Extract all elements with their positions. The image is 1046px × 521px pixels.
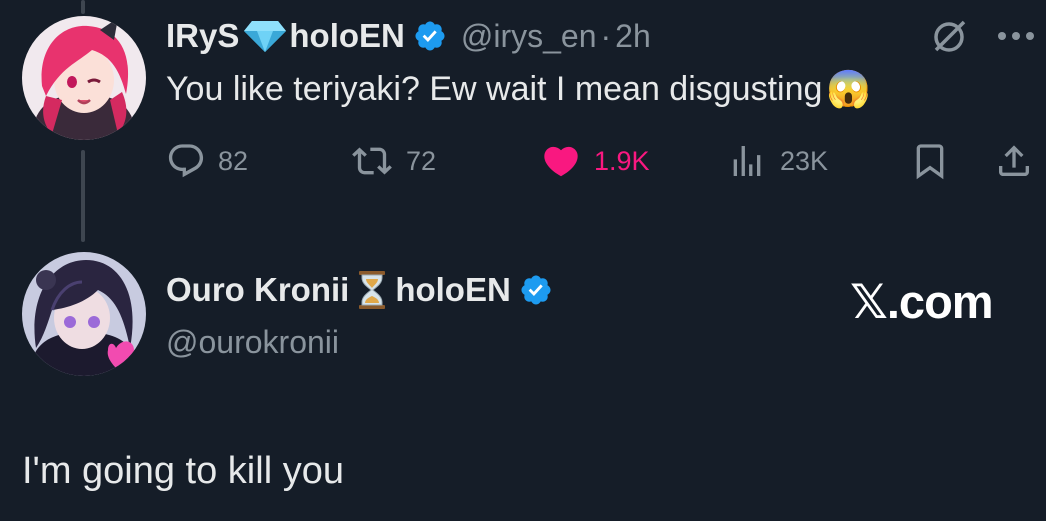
like-count: 1.9K <box>594 145 650 176</box>
x-com-watermark: 𝕏.com <box>850 274 994 330</box>
share-icon[interactable] <box>994 141 1034 181</box>
bookmark-icon[interactable] <box>910 141 950 181</box>
reply-body: I'm going to kill you <box>22 450 344 492</box>
reply-count: 82 <box>218 145 249 176</box>
views-count: 23K <box>780 145 829 176</box>
grok-icon[interactable] <box>930 18 968 56</box>
verified-icon <box>519 273 553 307</box>
like-button[interactable]: 1.9K <box>540 140 650 182</box>
reply-handle[interactable]: @ourokronii <box>166 324 339 361</box>
thread-line <box>81 150 85 242</box>
reply-author-name[interactable]: Ouro Kronii <box>166 271 349 309</box>
repost-icon <box>350 141 394 181</box>
reply-handle-row: @ourokronii <box>166 322 339 362</box>
thread-line <box>81 0 85 14</box>
reply-icon <box>166 141 206 181</box>
tweet-text: You like teriyaki? Ew wait I mean disgus… <box>166 66 871 112</box>
separator: · <box>600 17 612 54</box>
author-handle[interactable]: @irys_en <box>461 18 597 55</box>
avatar[interactable] <box>22 16 146 140</box>
diamond-icon <box>243 19 287 53</box>
avatar[interactable] <box>22 252 146 376</box>
hourglass-icon <box>357 270 387 310</box>
x-logo-icon: 𝕏 <box>850 275 888 330</box>
scream-emoji-icon: 😱 <box>826 68 872 109</box>
tweet-header: IRyS holoEN @irys_en · 2h <box>166 16 651 56</box>
author-name[interactable]: IRyS <box>166 17 239 55</box>
timestamp[interactable]: 2h <box>615 18 651 55</box>
repost-count: 72 <box>406 145 437 176</box>
verified-icon <box>413 19 447 53</box>
reply-badge-text: holoEN <box>395 271 511 308</box>
watermark-domain: .com <box>886 275 994 328</box>
views-icon <box>726 141 768 181</box>
reply-button[interactable]: 82 <box>166 140 248 182</box>
repost-button[interactable]: 72 <box>350 140 436 182</box>
more-icon[interactable] <box>996 30 1036 42</box>
views-button[interactable]: 23K <box>726 140 828 182</box>
heart-icon <box>540 141 582 181</box>
author-badge-text: holoEN <box>289 17 405 54</box>
tweet-body: You like teriyaki? Ew wait I mean disgus… <box>166 69 823 108</box>
reply-header: Ouro Kronii holoEN <box>166 270 553 310</box>
